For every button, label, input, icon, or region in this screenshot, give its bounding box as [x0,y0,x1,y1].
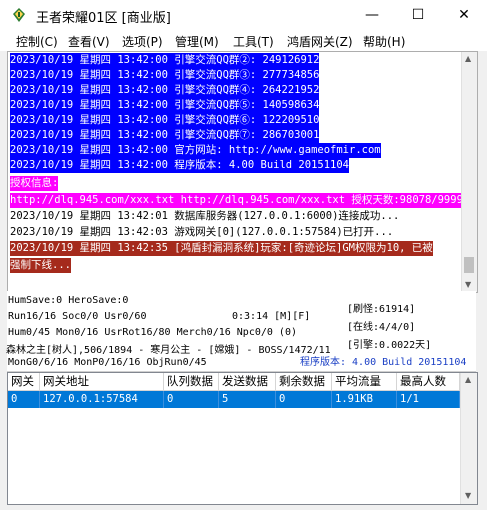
program-version: 程序版本: 4.00 Build 20151104 [300,357,467,368]
log-line: 2023/10/19 星期四 13:42:03 游戏网关[0](127.0.0.… [10,226,394,238]
table-cell: 5 [219,391,276,408]
log-line: 2023/10/19 星期四 13:42:00 引擎交流QQ群⑤: 140598… [10,98,320,113]
log-scrollbar[interactable]: ▲ ▼ [461,52,477,292]
scroll-down-icon[interactable]: ▼ [465,280,471,289]
log-line: 2023/10/19 星期四 13:42:00 引擎交流QQ群②: 249126… [10,53,320,68]
log-line: 2023/10/19 星期四 13:42:00 引擎交流QQ群④: 264221… [10,83,320,98]
table-cell: 1.91KB [332,391,397,408]
log-panel[interactable]: 2023/10/19 星期四 13:42:00 引擎交流QQ群②: 249126… [7,51,478,293]
title-bar: 王者荣耀01区 [商业版] — ☐ ✕ [0,0,487,32]
column-header[interactable]: 平均流量 [332,373,397,390]
table-row[interactable]: 0 127.0.0.1:57584 0 5 0 1.91KB 1/1 [8,391,460,408]
log-line: http://dlq.945.com/xxx.txt http://dlq.94… [10,193,470,208]
minimize-button[interactable]: — [349,0,395,31]
gateway-table[interactable]: 网关 网关地址 队列数据 发送数据 剩余数据 平均流量 最高人数 0 127.0… [7,372,478,505]
scroll-up-icon[interactable]: ▲ [465,375,471,384]
window-title: 王者荣耀01区 [商业版] [36,11,171,26]
table-cell: 0 [164,391,219,408]
column-header[interactable]: 剩余数据 [276,373,332,390]
status-monsters: MonG0/6/16 MonP0/16/16 ObjRun0/45 [8,357,207,368]
menu-gateway[interactable]: 鸿盾网关(Z) [287,33,353,50]
column-header[interactable]: 发送数据 [219,373,276,390]
scrollbar-thumb[interactable] [464,257,474,273]
online-counter: [在线:4/4/0] [347,322,416,333]
log-line: 2023/10/19 星期四 13:42:01 数据库服务器(127.0.0.1… [10,210,400,222]
column-header[interactable]: 最高人数 [397,373,460,390]
menu-help[interactable]: 帮助(H) [363,33,405,50]
table-cell: 127.0.0.1:57584 [40,391,164,408]
status-save: HumSave:0 HeroSave:0 [8,295,129,306]
log-line: 2023/10/19 星期四 13:42:00 程序版本: 4.00 Build… [10,158,350,173]
refresh-counter: [刷怪:61914] [347,304,416,315]
table-cell: 0 [276,391,332,408]
log-line: 2023/10/19 星期四 13:42:00 引擎交流QQ群③: 277734… [10,68,320,83]
log-line: 授权信息: [10,176,59,191]
table-scrollbar[interactable]: ▲ ▼ [460,373,477,504]
status-counts: Hum0/45 Mon0/16 UsrRot16/80 Merch0/16 Np… [8,327,297,338]
table-header: 网关 网关地址 队列数据 发送数据 剩余数据 平均流量 最高人数 [8,373,460,391]
status-boss: 森林之主[树人],506/1894 - 寒月公主 - [嫦娥] - BOSS/1… [6,345,331,356]
status-uptime: 0:3:14 [M][F] [232,311,311,322]
scroll-down-icon[interactable]: ▼ [465,491,471,500]
column-header[interactable]: 队列数据 [164,373,219,390]
log-line: 2023/10/19 星期四 13:42:00 引擎交流QQ群⑦: 286703… [10,128,320,143]
status-panel: HumSave:0 HeroSave:0 Run16/16 Soc0/0 Usr… [6,291,476,372]
status-run: Run16/16 Soc0/0 Usr0/60 [8,311,147,322]
menu-view[interactable]: 查看(V) [68,33,110,50]
menu-manage[interactable]: 管理(M) [175,33,219,50]
log-line: 2023/10/19 星期四 13:42:00 引擎交流QQ群⑥: 122209… [10,113,320,128]
engine-uptime: [引擎:0.0022天] [347,340,432,351]
menu-tools[interactable]: 工具(T) [233,33,274,50]
log-line: 2023/10/19 星期四 13:42:35 [鸿盾封漏洞系统]玩家:[奇迹论… [10,241,433,256]
app-icon [13,8,25,22]
close-button[interactable]: ✕ [441,0,487,31]
table-cell: 1/1 [397,391,460,408]
menu-bar: 控制(C) 查看(V) 选项(P) 管理(M) 工具(T) 鸿盾网关(Z) 帮助… [0,31,487,51]
column-header[interactable]: 网关地址 [40,373,164,390]
maximize-button[interactable]: ☐ [395,0,441,31]
log-line: 强制下线... [10,258,71,273]
log-line: 2023/10/19 星期四 13:42:00 官方网站: http://www… [10,143,381,158]
menu-options[interactable]: 选项(P) [122,33,163,50]
column-header[interactable]: 网关 [8,373,40,390]
table-cell: 0 [8,391,40,408]
scroll-up-icon[interactable]: ▲ [465,54,471,63]
menu-control[interactable]: 控制(C) [16,33,58,50]
